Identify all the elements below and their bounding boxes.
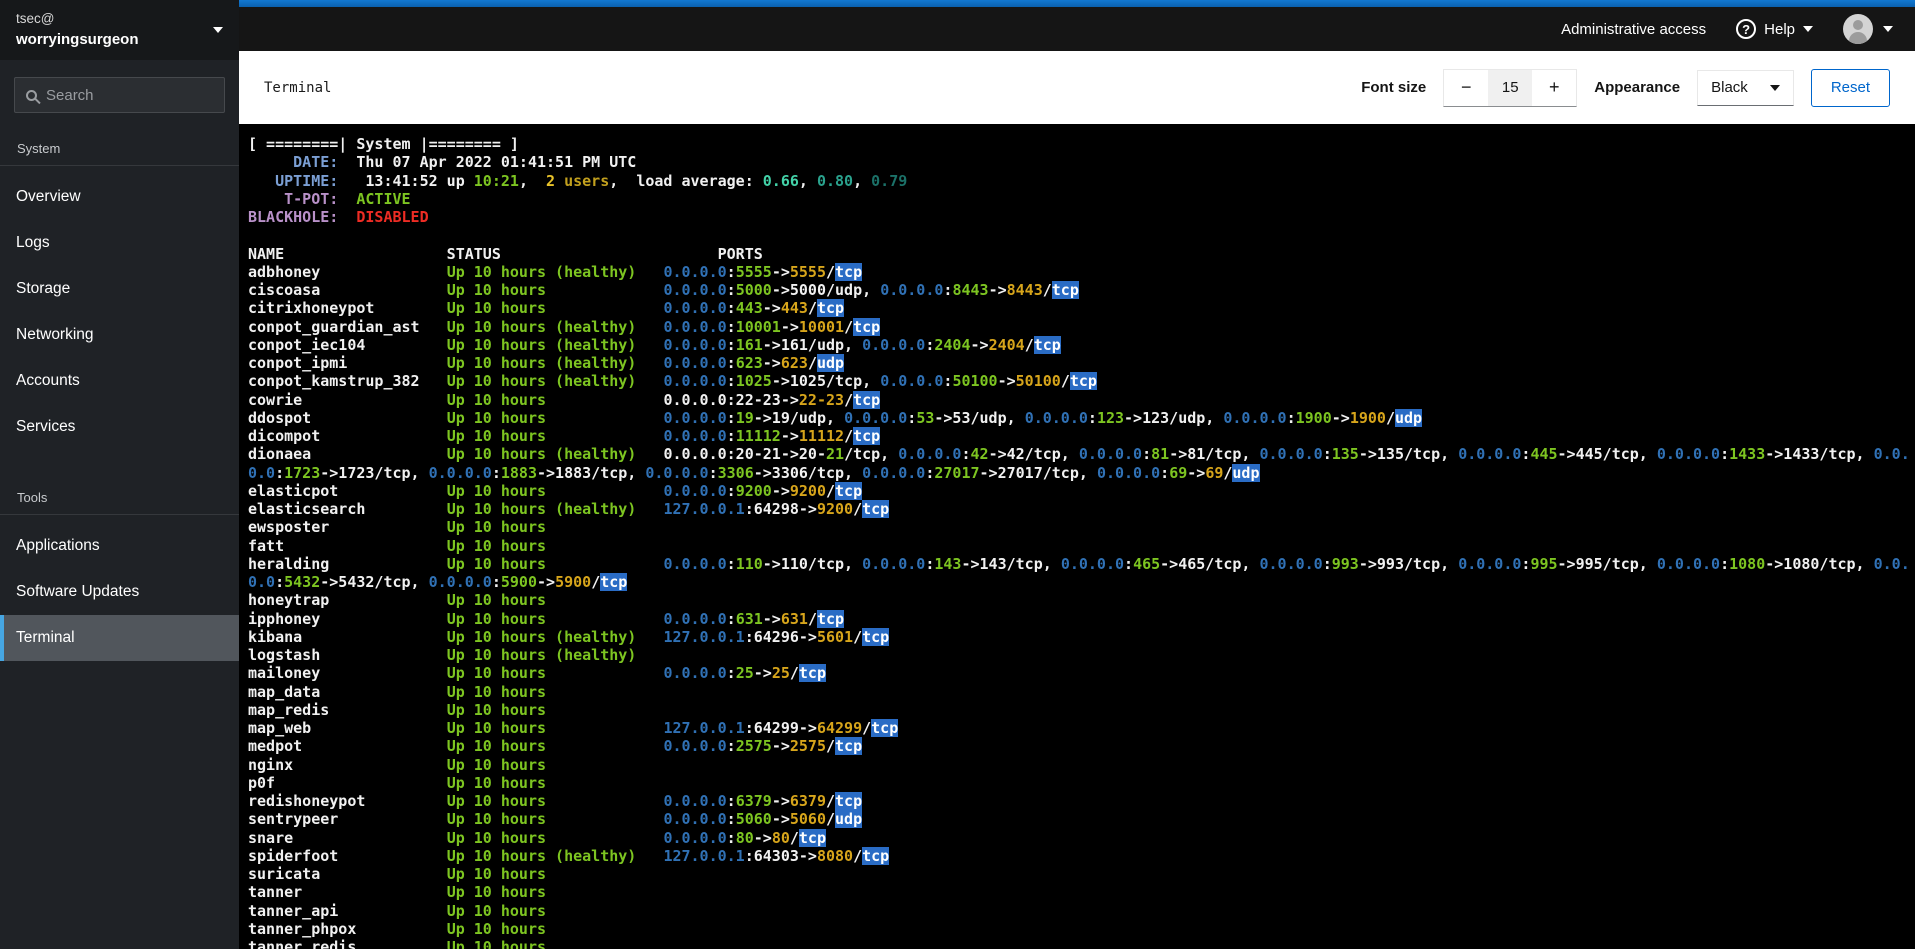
terminal-line: tanner_api Up 10 hours: [248, 901, 547, 920]
terminal-line: kibana Up 10 hours (healthy) 127.0.0.1:6…: [248, 627, 890, 646]
terminal-line: nginx Up 10 hours: [248, 755, 547, 774]
terminal-line: mailoney Up 10 hours 0.0.0.0:25->25/tcp: [248, 664, 826, 683]
terminal-line: 0.0:5432->5432/tcp, 0.0.0.0:5900->5900/t…: [248, 573, 628, 591]
terminal-line: map_data Up 10 hours: [248, 682, 547, 701]
terminal-line: UPTIME: 13:41:52 up 10:21, 2 users, load…: [248, 171, 908, 190]
terminal-line: T-POT: ACTIVE: [248, 189, 411, 208]
appearance-select[interactable]: Black: [1697, 69, 1794, 106]
session-menu[interactable]: [1843, 14, 1893, 44]
masthead: Administrative access ? Help: [239, 7, 1915, 51]
sidebar-nav: System Overview Logs Storage Networking Accou…: [0, 119, 239, 661]
username: tsec@: [16, 11, 55, 27]
font-size-decrease-button[interactable]: −: [1444, 69, 1489, 106]
help-menu[interactable]: ? Help: [1736, 19, 1813, 39]
page-title: Terminal: [264, 79, 332, 96]
sidebar-item-networking[interactable]: Networking: [0, 312, 239, 358]
user-menu-host[interactable]: tsec@ worryingsurgeon: [0, 0, 239, 60]
appearance-label: Appearance: [1594, 79, 1681, 96]
section-label: Tools: [0, 480, 239, 515]
toolbar-controls: Font size − 15 + Appearance Black Reset: [1361, 68, 1890, 107]
terminal-line: tanner_phpox Up 10 hours: [248, 919, 547, 938]
terminal-line: logstash Up 10 hours (healthy): [248, 646, 637, 664]
terminal-line: dicompot Up 10 hours 0.0.0.0:11112->1111…: [248, 427, 881, 445]
terminal-line: adbhoney Up 10 hours (healthy) 0.0.0.0:5…: [248, 262, 863, 281]
terminal-line: BLACKHOLE: DISABLED: [248, 208, 429, 226]
sidebar-item-accounts[interactable]: Accounts: [0, 358, 239, 404]
terminal-line: tanner_redis Up 10 hours: [248, 938, 547, 949]
terminal-line: fatt Up 10 hours: [248, 536, 547, 555]
terminal-line: conpot_kamstrup_382 Up 10 hours (healthy…: [248, 372, 1097, 391]
search-input[interactable]: Search: [14, 77, 225, 113]
terminal-line: heralding Up 10 hours 0.0.0.0:110->110/t…: [248, 554, 1910, 573]
appearance-value: Black: [1711, 79, 1748, 96]
font-size-value: 15: [1488, 69, 1533, 106]
terminal-line: map_web Up 10 hours 127.0.0.1:64299->642…: [248, 719, 899, 737]
terminal-line: elasticpot Up 10 hours 0.0.0.0:9200->920…: [248, 481, 863, 500]
appearance-caret-icon: [1769, 84, 1780, 91]
help-caret-icon: [1803, 26, 1813, 32]
terminal-line: map_redis Up 10 hours: [248, 700, 547, 719]
terminal-line: conpot_iec104 Up 10 hours (healthy) 0.0.…: [248, 335, 1061, 354]
font-size-increase-button[interactable]: +: [1532, 69, 1577, 106]
terminal-line: conpot_ipmi Up 10 hours (healthy) 0.0.0.…: [248, 354, 845, 372]
terminal-line: spiderfoot Up 10 hours (healthy) 127.0.0…: [248, 846, 890, 865]
terminal-line: suricata Up 10 hours: [248, 865, 547, 883]
terminal-line: dionaea Up 10 hours (healthy) 0.0.0.0:20…: [248, 445, 1910, 464]
terminal-line: NAME STATUS PORTS: [248, 244, 763, 263]
sidebar: tsec@ worryingsurgeon Search System Overv…: [0, 0, 239, 949]
sidebar-item-storage[interactable]: Storage: [0, 266, 239, 312]
terminal-line: ewsposter Up 10 hours: [248, 518, 547, 537]
terminal-line: 0.0:1723->1723/tcp, 0.0.0.0:1883->1883/t…: [248, 463, 1260, 482]
search-icon: [26, 89, 37, 101]
terminal-line: conpot_guardian_ast Up 10 hours (healthy…: [248, 317, 881, 336]
terminal-line: tanner Up 10 hours: [248, 883, 547, 902]
font-size-stepper: − 15 +: [1443, 68, 1578, 107]
section-label: System: [0, 131, 239, 166]
session-caret-icon: [1883, 26, 1893, 32]
sidebar-item-logs[interactable]: Logs: [0, 220, 239, 266]
sidebar-item-services[interactable]: Services: [0, 404, 239, 450]
search-placeholder: Search: [46, 86, 94, 104]
host-caret-icon: [213, 27, 223, 33]
terminal-line: [ ========| System |======== ]: [248, 135, 519, 153]
administrative-access-label: Administrative access: [1561, 20, 1707, 38]
terminal-line: citrixhoneypot Up 10 hours 0.0.0.0:443->…: [248, 299, 845, 318]
terminal-line: DATE: Thu 07 Apr 2022 01:41:51 PM UTC: [248, 153, 637, 172]
terminal-toolbar: Terminal Font size − 15 + Appearance Bla…: [239, 51, 1915, 124]
terminal-line: cowrie Up 10 hours 0.0.0.0:22-23->22-23/…: [248, 390, 881, 409]
search-wrap: Search: [0, 60, 239, 119]
hostname: worryingsurgeon: [16, 30, 139, 48]
sidebar-item-overview[interactable]: Overview: [0, 174, 239, 220]
terminal-line: ciscoasa Up 10 hours 0.0.0.0:5000->5000/…: [248, 281, 1079, 299]
reset-button[interactable]: Reset: [1810, 68, 1890, 107]
brand-accent-strip: [239, 0, 1915, 7]
font-size-label: Font size: [1361, 79, 1427, 96]
terminal-line: snare Up 10 hours 0.0.0.0:80->80/tcp: [248, 828, 826, 847]
terminal-line: p0f Up 10 hours: [248, 773, 547, 792]
sidebar-item-software-updates[interactable]: Software Updates: [0, 569, 239, 615]
terminal-output[interactable]: [ ========| System |======== ] DATE: Thu…: [239, 124, 1915, 949]
terminal-line: ddospot Up 10 hours 0.0.0.0:19->19/udp, …: [248, 408, 1423, 427]
nav-section-system: System Overview Logs Storage Networking Accou…: [0, 131, 239, 450]
terminal-line: redishoneypot Up 10 hours 0.0.0.0:6379->…: [248, 792, 863, 810]
help-icon: ?: [1736, 19, 1757, 39]
terminal-line: medpot Up 10 hours 0.0.0.0:2575->2575/tc…: [248, 737, 863, 756]
terminal-line: honeytrap Up 10 hours: [248, 591, 547, 610]
avatar: [1843, 14, 1873, 44]
terminal-line: elasticsearch Up 10 hours (healthy) 127.…: [248, 500, 890, 518]
terminal-line: ipphoney Up 10 hours 0.0.0.0:631->631/tc…: [248, 609, 845, 628]
nav-section-tools: Tools Applications Software Updates Termina…: [0, 480, 239, 661]
sidebar-item-terminal[interactable]: Terminal: [0, 615, 239, 661]
help-label: Help: [1764, 20, 1795, 38]
hostname-block: tsec@ worryingsurgeon: [16, 9, 213, 50]
terminal-line: sentrypeer Up 10 hours 0.0.0.0:5060->506…: [248, 810, 863, 829]
main-area: Administrative access ? Help Terminal Fo…: [239, 0, 1915, 949]
sidebar-item-applications[interactable]: Applications: [0, 523, 239, 569]
